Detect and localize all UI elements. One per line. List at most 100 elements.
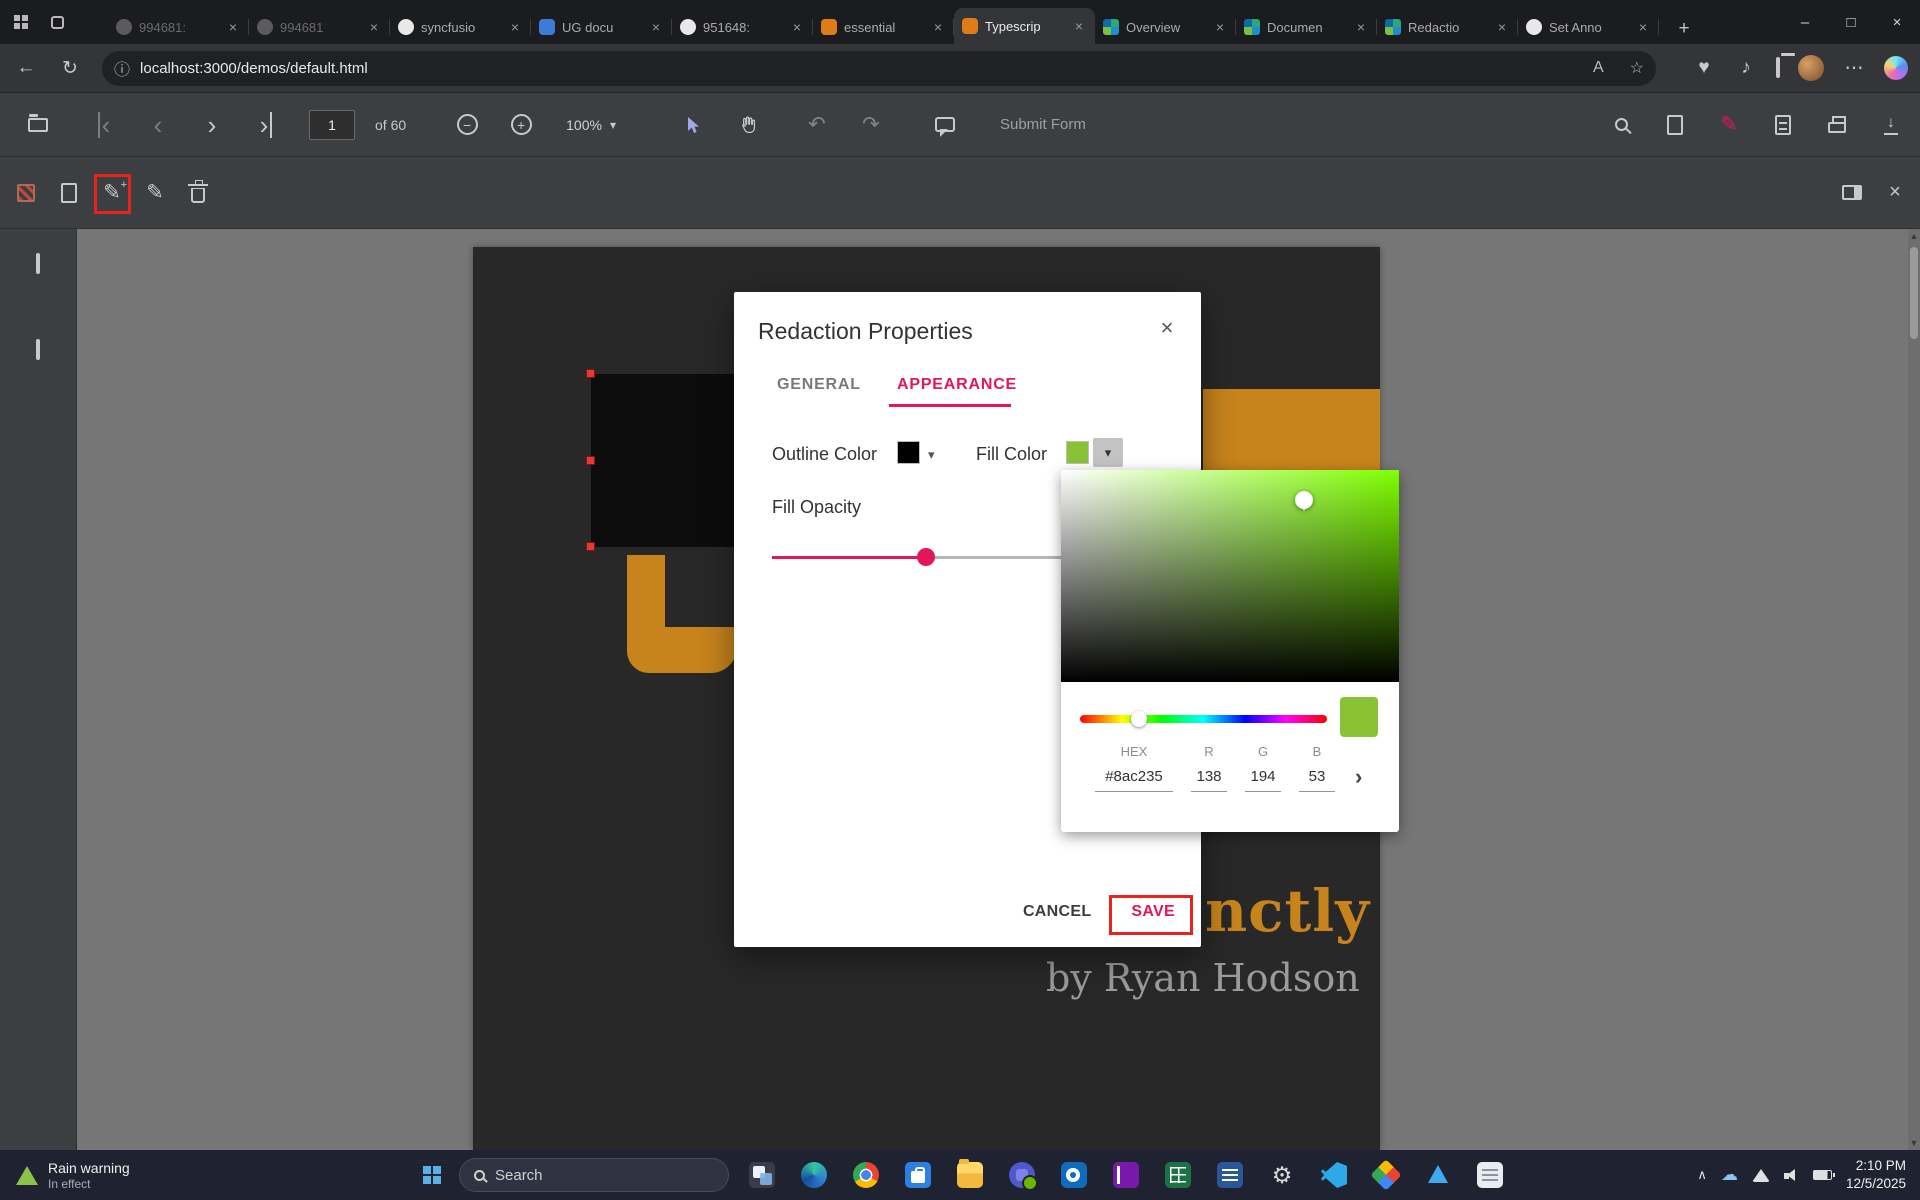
- copilot-icon[interactable]: [1884, 56, 1908, 80]
- onedrive-icon[interactable]: ☁: [1721, 1165, 1738, 1185]
- hue-slider-track[interactable]: [1080, 715, 1327, 723]
- fill-color-swatch[interactable]: [1066, 441, 1089, 464]
- favorite-star-icon[interactable]: ☆: [1630, 58, 1644, 78]
- taskbar-search[interactable]: Search: [459, 1158, 729, 1192]
- previous-page-icon[interactable]: ‹: [141, 108, 175, 142]
- minimize-button[interactable]: –: [1782, 0, 1828, 44]
- tab-actions-icon[interactable]: [44, 9, 70, 35]
- form-designer-icon[interactable]: [1766, 108, 1800, 142]
- search-icon[interactable]: [1604, 108, 1638, 142]
- tab-close-icon[interactable]: ×: [789, 19, 805, 35]
- comment-icon[interactable]: [928, 108, 962, 142]
- site-info-icon[interactable]: ⓘ: [114, 56, 130, 80]
- color-picker-handle[interactable]: [1295, 491, 1313, 509]
- zoom-out-icon[interactable]: −: [450, 108, 484, 142]
- redact-pages-icon[interactable]: [52, 176, 86, 210]
- b-input[interactable]: 53: [1299, 768, 1335, 792]
- next-page-icon[interactable]: ›: [195, 108, 229, 142]
- chrome-icon[interactable]: [853, 1162, 879, 1188]
- start-button[interactable]: [423, 1166, 431, 1174]
- saturation-value-area[interactable]: [1061, 470, 1399, 682]
- selection-tool-icon[interactable]: [676, 108, 710, 142]
- browser-tab-1[interactable]: 994681: ×: [108, 10, 249, 44]
- resize-handle[interactable]: [586, 456, 595, 465]
- opacity-slider-thumb[interactable]: [917, 548, 935, 566]
- edge-icon[interactable]: [801, 1162, 827, 1188]
- taskbar-clock[interactable]: 2:10 PM 12/5/2025: [1846, 1157, 1906, 1192]
- task-view-icon[interactable]: [749, 1162, 775, 1188]
- tab-close-icon[interactable]: ×: [1353, 19, 1369, 35]
- volume-icon[interactable]: [1784, 1169, 1799, 1182]
- delete-annotation-icon[interactable]: [181, 176, 215, 210]
- format-switch-icon[interactable]: ›: [1355, 764, 1362, 790]
- r-input[interactable]: 138: [1191, 768, 1227, 792]
- outline-color-swatch[interactable]: [897, 441, 920, 464]
- paint-icon[interactable]: [1425, 1162, 1451, 1188]
- weather-widget[interactable]: Rain warning In effect: [0, 1160, 130, 1191]
- collections-icon[interactable]: [1776, 59, 1780, 77]
- outlook-icon[interactable]: [1061, 1162, 1087, 1188]
- tab-close-icon[interactable]: ×: [1212, 19, 1228, 35]
- workspaces-icon[interactable]: [8, 9, 34, 35]
- tab-close-icon[interactable]: ×: [507, 19, 523, 35]
- page-number-input[interactable]: 1: [309, 110, 355, 140]
- onenote-icon[interactable]: [1113, 1162, 1139, 1188]
- browser-tab-8[interactable]: Overview ×: [1095, 10, 1236, 44]
- scroll-up-icon[interactable]: ▲: [1910, 229, 1919, 243]
- thumbnail-panel-icon[interactable]: [36, 255, 40, 273]
- read-aloud-icon[interactable]: A: [1593, 59, 1604, 77]
- resize-handle[interactable]: [586, 542, 595, 551]
- dialog-close-icon[interactable]: ×: [1153, 314, 1181, 342]
- close-toolbar-icon[interactable]: ×: [1878, 176, 1912, 210]
- hue-slider-thumb[interactable]: [1131, 711, 1147, 727]
- save-button[interactable]: SAVE: [1125, 899, 1181, 925]
- tab-appearance[interactable]: APPEARANCE: [897, 376, 1017, 394]
- resize-handle[interactable]: [586, 369, 595, 378]
- submit-form-button[interactable]: Submit Form: [1000, 116, 1086, 133]
- browser-tab-10[interactable]: Redactio ×: [1377, 10, 1518, 44]
- tab-close-icon[interactable]: ×: [1635, 19, 1651, 35]
- outline-color-dropdown-icon[interactable]: ▾: [928, 447, 935, 463]
- more-options-icon[interactable]: ⋯: [1842, 57, 1866, 80]
- tray-expand-icon[interactable]: ∧: [1697, 1167, 1707, 1183]
- fill-color-dropdown-button[interactable]: ▾: [1093, 438, 1123, 467]
- browser-tab-11[interactable]: Set Anno ×: [1518, 10, 1659, 44]
- download-icon[interactable]: ↓: [1874, 108, 1908, 142]
- g-input[interactable]: 194: [1245, 768, 1281, 792]
- store-icon[interactable]: [905, 1162, 931, 1188]
- vertical-scrollbar[interactable]: ▲ ▼: [1908, 229, 1920, 1150]
- new-tab-button[interactable]: +: [1669, 14, 1699, 44]
- cancel-button[interactable]: CANCEL: [1017, 899, 1097, 925]
- print-icon[interactable]: [1820, 108, 1854, 142]
- settings-icon[interactable]: ⚙: [1269, 1162, 1295, 1188]
- zoom-level-dropdown[interactable]: 100% ▾: [566, 117, 616, 133]
- browser-tab-6[interactable]: essential ×: [813, 10, 954, 44]
- vscode-icon[interactable]: [1321, 1162, 1347, 1188]
- tab-close-icon[interactable]: ×: [366, 19, 382, 35]
- browser-tab-active[interactable]: Typescrip ×: [954, 8, 1095, 44]
- maximize-button[interactable]: □: [1828, 0, 1874, 44]
- back-icon[interactable]: ←: [14, 57, 38, 79]
- battery-icon[interactable]: [1813, 1170, 1832, 1180]
- tab-close-icon[interactable]: ×: [648, 19, 664, 35]
- wifi-icon[interactable]: [1752, 1169, 1770, 1182]
- tab-general[interactable]: GENERAL: [777, 376, 861, 394]
- organize-pages-icon[interactable]: [1658, 108, 1692, 142]
- redo-icon[interactable]: ↷: [854, 108, 888, 142]
- browser-tab-2[interactable]: 994681 ×: [249, 10, 390, 44]
- profile-avatar[interactable]: [1798, 55, 1824, 81]
- mark-redaction-icon[interactable]: [9, 176, 43, 210]
- browser-essentials-icon[interactable]: ♥: [1692, 57, 1716, 79]
- media-hub-icon[interactable]: ♪: [1734, 57, 1758, 79]
- undo-icon[interactable]: ↶: [800, 108, 834, 142]
- tab-close-icon[interactable]: ×: [930, 19, 946, 35]
- redaction-pen-icon[interactable]: ✎ +: [95, 176, 129, 210]
- open-file-icon[interactable]: [21, 108, 55, 142]
- last-page-icon[interactable]: ›: [249, 108, 283, 142]
- tab-close-icon[interactable]: ×: [1071, 18, 1087, 34]
- excel-icon[interactable]: [1165, 1162, 1191, 1188]
- scroll-down-icon[interactable]: ▼: [1910, 1136, 1919, 1150]
- dev-home-icon[interactable]: [1370, 1159, 1401, 1190]
- refresh-icon[interactable]: ↻: [58, 57, 82, 80]
- close-window-button[interactable]: ×: [1874, 0, 1920, 44]
